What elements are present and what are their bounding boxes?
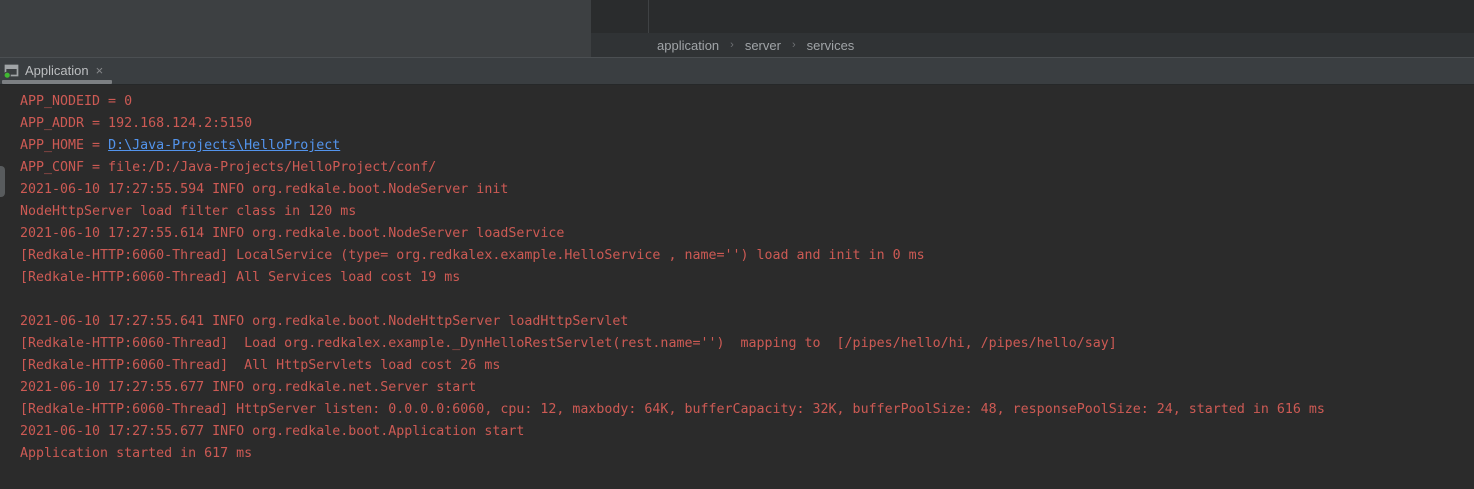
tab-application[interactable]: Application ×	[0, 59, 111, 81]
tab-application-label: Application	[25, 63, 89, 78]
log-line: 2021-06-10 17:27:55.677 INFO org.redkale…	[20, 377, 1474, 399]
editor-panel	[0, 0, 591, 57]
log-line: [Redkale-HTTP:6060-Thread] HttpServer li…	[20, 399, 1474, 421]
log-line: Application started in 617 ms	[20, 443, 1474, 465]
log-line: APP_ADDR = 192.168.124.2:5150	[20, 113, 1474, 135]
console-tab-bar: Application ×	[0, 57, 1474, 85]
log-line: APP_NODEID = 0	[20, 91, 1474, 113]
log-line: APP_CONF = file:/D:/Java-Projects/HelloP…	[20, 157, 1474, 179]
breadcrumb-item-application[interactable]: application	[657, 38, 719, 53]
console-log[interactable]: APP_NODEID = 0APP_ADDR = 192.168.124.2:5…	[0, 85, 1474, 489]
breadcrumb: application › server › services	[591, 33, 1474, 57]
breadcrumb-item-services[interactable]: services	[807, 38, 855, 53]
log-line: [Redkale-HTTP:6060-Thread] Load org.redk…	[20, 333, 1474, 355]
close-icon[interactable]: ×	[94, 64, 106, 77]
log-line	[20, 289, 1474, 311]
run-console-icon	[3, 62, 20, 79]
log-line: 2021-06-10 17:27:55.677 INFO org.redkale…	[20, 421, 1474, 443]
editor-header-strip	[591, 0, 1474, 33]
log-line: 2021-06-10 17:27:55.614 INFO org.redkale…	[20, 223, 1474, 245]
breadcrumb-item-server[interactable]: server	[745, 38, 781, 53]
log-line: 2021-06-10 17:27:55.641 INFO org.redkale…	[20, 311, 1474, 333]
log-text: APP_HOME =	[20, 138, 108, 153]
chevron-right-icon: ›	[792, 39, 796, 51]
log-line: [Redkale-HTTP:6060-Thread] LocalService …	[20, 245, 1474, 267]
chevron-right-icon: ›	[730, 39, 734, 51]
log-line: 2021-06-10 17:27:55.594 INFO org.redkale…	[20, 179, 1474, 201]
log-line: NodeHttpServer load filter class in 120 …	[20, 201, 1474, 223]
log-line: APP_HOME = D:\Java-Projects\HelloProject	[20, 135, 1474, 157]
log-line: [Redkale-HTTP:6060-Thread] All HttpServl…	[20, 355, 1474, 377]
file-path-link[interactable]: D:\Java-Projects\HelloProject	[108, 138, 340, 153]
log-line: [Redkale-HTTP:6060-Thread] All Services …	[20, 267, 1474, 289]
tool-window-stripe-handle[interactable]	[0, 166, 5, 197]
active-tab-indicator	[2, 80, 112, 84]
panel-divider	[648, 0, 649, 33]
